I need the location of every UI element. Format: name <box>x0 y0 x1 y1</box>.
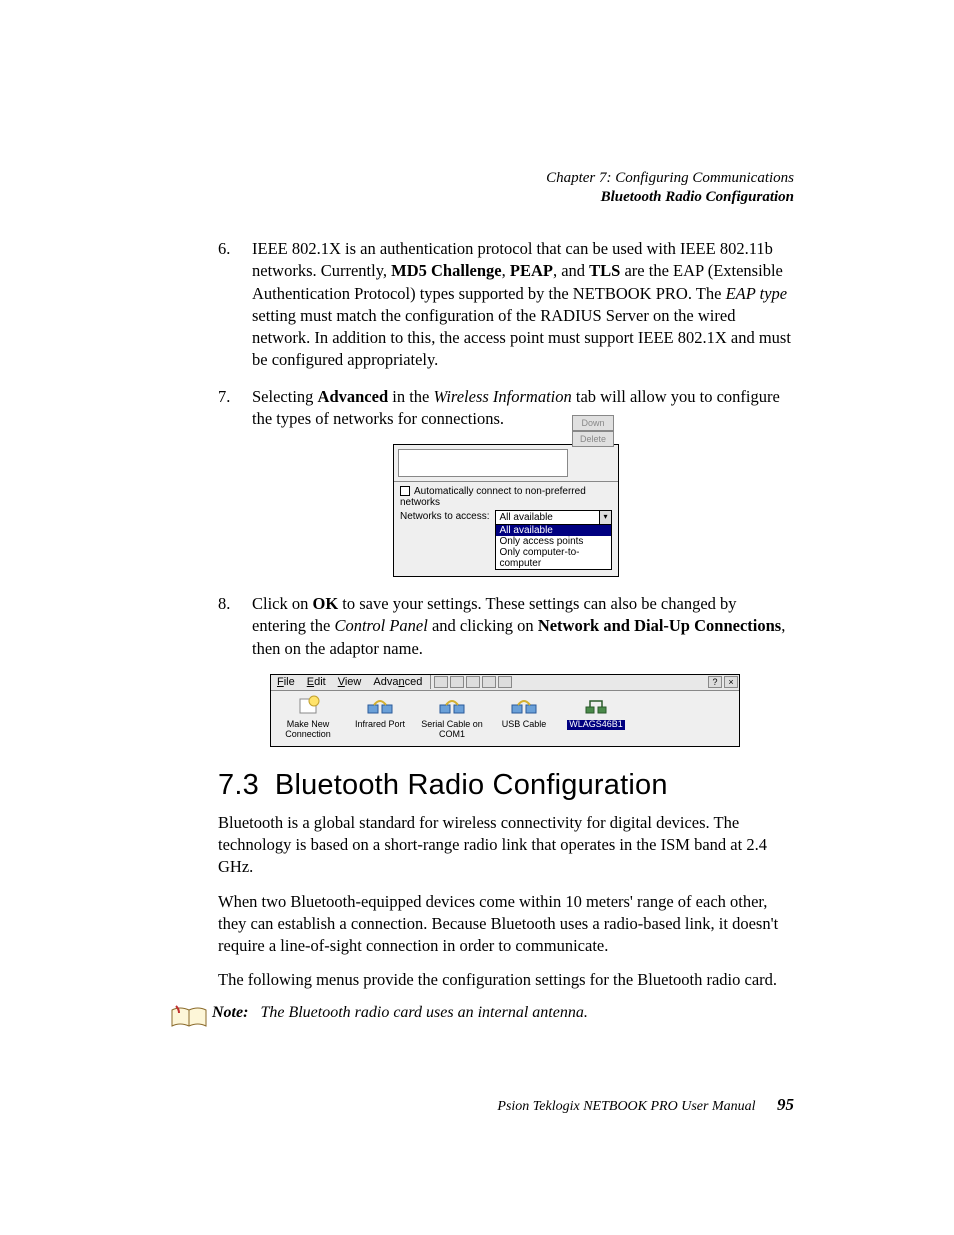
combo-option[interactable]: All available <box>496 525 611 536</box>
header-chapter: Chapter 7: Configuring Communications <box>546 170 794 187</box>
step-number: 7. <box>218 386 252 431</box>
body-paragraph: The following menus provide the configur… <box>218 969 794 991</box>
connection-icon-item[interactable]: USB Cable <box>493 695 555 740</box>
toolbar-icon[interactable] <box>450 676 464 688</box>
step-list: 6.IEEE 802.1X is an authentication proto… <box>218 238 794 747</box>
step-body: IEEE 802.1X is an authentication protoco… <box>252 238 794 372</box>
chevron-down-icon[interactable]: ▾ <box>599 511 611 524</box>
step-number: 8. <box>218 593 252 660</box>
header-section: Bluetooth Radio Configuration <box>546 189 794 206</box>
network-list-box <box>398 449 568 477</box>
combo-option[interactable]: Only access points <box>496 536 611 547</box>
note-body: The Bluetooth radio card uses an interna… <box>260 1004 587 1021</box>
screenshot-networks-dropdown: Down Delete Automatically connect to non… <box>393 444 619 577</box>
menu-bar: FileEditViewAdvanced ? × <box>271 675 739 691</box>
step-item: 8.Click on OK to save your settings. The… <box>218 593 794 660</box>
connection-icon-item[interactable]: Make New Connection <box>277 695 339 740</box>
connection-icon <box>438 695 466 717</box>
down-button[interactable]: Down <box>572 415 614 431</box>
auto-connect-checkbox[interactable] <box>400 486 410 496</box>
body-paragraph: When two Bluetooth-equipped devices come… <box>218 891 794 958</box>
menu-item[interactable]: Edit <box>301 676 332 688</box>
page-number: 95 <box>777 1095 794 1114</box>
combo-list: All availableOnly access pointsOnly comp… <box>495 525 612 570</box>
toolbar-icon[interactable] <box>466 676 480 688</box>
networks-access-combo[interactable]: All available▾ All availableOnly access … <box>495 510 612 570</box>
section-heading: 7.3 Bluetooth Radio Configuration <box>218 769 794 802</box>
screenshot-connections-window: FileEditViewAdvanced ? × Make New Connec… <box>270 674 740 747</box>
page-footer: Psion Teklogix NETBOOK PRO User Manual 9… <box>497 1095 794 1115</box>
connection-icon <box>366 695 394 717</box>
step-body: Selecting Advanced in the Wireless Infor… <box>252 386 794 431</box>
icon-label: Infrared Port <box>355 719 405 729</box>
footer-text: Psion Teklogix NETBOOK PRO User Manual <box>497 1099 755 1114</box>
menu-item[interactable]: Advanced <box>367 676 428 688</box>
step-item: 7.Selecting Advanced in the Wireless Inf… <box>218 386 794 431</box>
section-number: 7.3 <box>218 769 259 801</box>
separator <box>430 675 431 689</box>
menu-item[interactable]: View <box>332 676 368 688</box>
close-button[interactable]: × <box>724 676 738 688</box>
delete-button[interactable]: Delete <box>572 431 614 447</box>
connection-icon <box>294 695 322 717</box>
icon-label: WLAGS46B1 <box>567 720 625 730</box>
icon-row: Make New Connection Infrared Port Serial C… <box>271 691 739 746</box>
combo-option[interactable]: Only computer-to-computer <box>496 547 611 569</box>
combo-selected: All available <box>499 512 552 523</box>
help-button[interactable]: ? <box>708 676 722 688</box>
body-paragraph: Bluetooth is a global standard for wirel… <box>218 812 794 879</box>
icon-label: USB Cable <box>502 719 547 729</box>
connection-icon <box>510 695 538 717</box>
auto-connect-label: Automatically connect to non-preferred n… <box>400 486 586 508</box>
note-row: Note:The Bluetooth radio card uses an in… <box>218 1004 794 1037</box>
connection-icon-item[interactable]: Infrared Port <box>349 695 411 740</box>
icon-label: Make New Connection <box>285 719 331 739</box>
toolbar-icon[interactable] <box>434 676 448 688</box>
connection-icon <box>582 695 610 717</box>
menu-item[interactable]: File <box>271 676 301 688</box>
step-number: 6. <box>218 238 252 372</box>
connection-icon-item[interactable]: Serial Cable on COM1 <box>421 695 483 740</box>
auto-connect-row: Automatically connect to non-preferred n… <box>394 482 618 510</box>
icon-label: Serial Cable on COM1 <box>421 719 483 739</box>
note-text: Note: The Bluetooth radio card uses an in… <box>212 1004 588 1022</box>
note-book-icon <box>170 1004 212 1037</box>
toolbar-icon[interactable] <box>498 676 512 688</box>
networks-access-label: Networks to access: <box>400 510 489 522</box>
page-header: Chapter 7: Configuring Communications Bl… <box>546 170 794 206</box>
step-item: 6.IEEE 802.1X is an authentication proto… <box>218 238 794 372</box>
step-body: Click on OK to save your settings. These… <box>252 593 794 660</box>
note-lead: Note: <box>212 1004 248 1021</box>
connection-icon-item[interactable]: WLAGS46B1 <box>565 695 627 740</box>
toolbar-icon[interactable] <box>482 676 496 688</box>
section-title: Bluetooth Radio Configuration <box>275 769 668 801</box>
